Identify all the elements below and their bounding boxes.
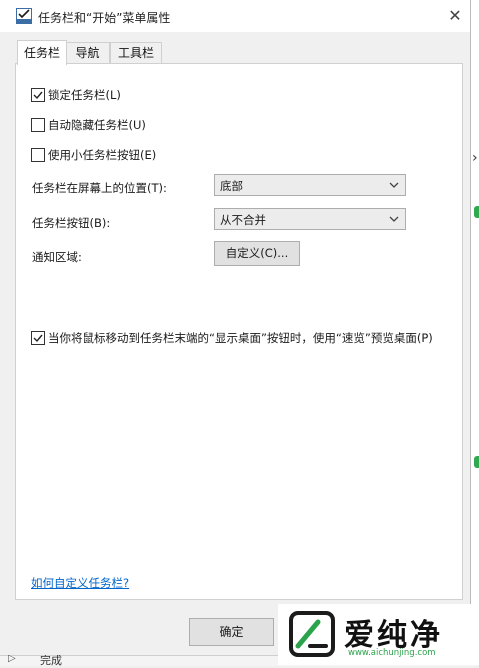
position-select[interactable]: 底部 (214, 174, 406, 196)
autohide-label: 自动隐藏任务栏(U) (48, 118, 146, 132)
taskbar-buttons-select[interactable]: 从不合并 (214, 208, 406, 230)
background-window-edge (470, 0, 479, 665)
help-link[interactable]: 如何自定义任务栏? (31, 575, 129, 591)
tab-toolbars[interactable]: 工具栏 (110, 42, 162, 64)
lock-taskbar-checkbox[interactable] (31, 88, 45, 102)
position-label: 任务栏在屏幕上的位置(T): (32, 181, 167, 195)
taskbar-buttons-label: 任务栏按钮(B): (32, 216, 111, 230)
customize-button[interactable]: 自定义(C)... (214, 241, 300, 266)
notification-area-label: 通知区域: (32, 250, 82, 264)
title-bar[interactable]: 任务栏和“开始”菜单属性 ✕ (0, 0, 470, 32)
peek-label: 当你将鼠标移动到任务栏末端的“显示桌面”按钮时，使用“速览”预览桌面(P) (48, 331, 433, 345)
background-status-dot (474, 206, 479, 218)
peek-checkbox[interactable] (31, 331, 45, 345)
window-title: 任务栏和“开始”菜单属性 (38, 11, 171, 25)
background-status-dot (474, 456, 479, 468)
autohide-checkbox[interactable] (31, 118, 45, 132)
watermark: 爱纯净 www.aichunjing.com (278, 604, 479, 665)
taskbar-properties-dialog: 任务栏和“开始”菜单属性 ✕ 任务栏 导航 工具栏 锁定任务栏(L) 自动隐藏任… (0, 0, 471, 655)
lock-taskbar-label: 锁定任务栏(L) (48, 88, 121, 102)
background-glyph: › (472, 150, 478, 166)
ok-button[interactable]: 确定 (189, 618, 274, 646)
chevron-down-icon (389, 216, 399, 222)
tab-taskbar[interactable]: 任务栏 (17, 40, 67, 65)
small-buttons-label: 使用小任务栏按钮(E) (48, 148, 157, 162)
small-buttons-checkbox[interactable] (31, 148, 45, 162)
close-icon[interactable]: ✕ (444, 6, 466, 26)
taskbar-buttons-value: 从不合并 (220, 213, 266, 227)
taskbar-app-icon (16, 8, 32, 24)
watermark-url: www.aichunjing.com (348, 648, 436, 658)
brand-logo-icon (289, 611, 335, 657)
chevron-down-icon (389, 182, 399, 188)
tab-navigation[interactable]: 导航 (65, 42, 110, 64)
position-value: 底部 (220, 179, 243, 193)
